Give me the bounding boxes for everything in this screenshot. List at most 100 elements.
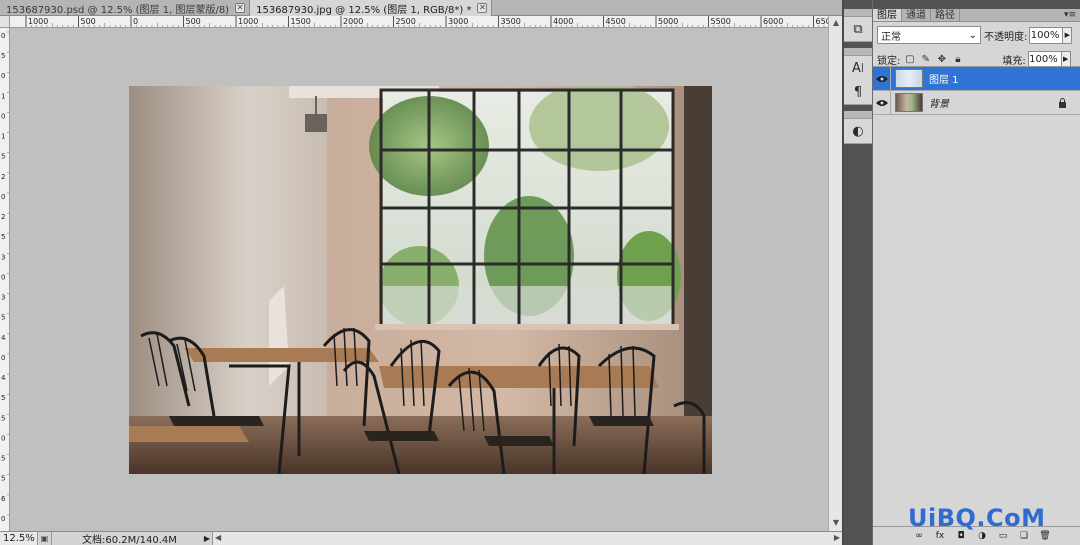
- layer-row-layer1[interactable]: 图层 1: [873, 66, 1080, 91]
- opacity-input[interactable]: 100%: [1029, 26, 1064, 44]
- opacity-slider-arrow-icon[interactable]: ▶: [1063, 26, 1073, 44]
- horizontal-ruler[interactable]: 1000 500 0 500 1000 1500 2000 2500 3000 3500 4000 4…: [10, 16, 828, 28]
- panel-grip[interactable]: [844, 48, 872, 56]
- scroll-down-icon[interactable]: ▼: [831, 518, 841, 528]
- ruler-label: 5: [1, 153, 5, 161]
- ruler-label: 3000: [448, 17, 468, 26]
- layer-thumbnail: [895, 93, 923, 112]
- cafe-photo: [129, 86, 712, 474]
- blend-mode-select[interactable]: 正常 ⌄: [877, 26, 981, 44]
- layer-row-background[interactable]: 背景: [873, 90, 1080, 115]
- document-size-info: 文档:60.2M/140.4M: [82, 535, 177, 545]
- ruler-label: 0: [1, 193, 5, 201]
- visibility-toggle[interactable]: [873, 66, 891, 91]
- type-panel-group: A | ¶: [844, 48, 872, 105]
- ruler-label: 0: [1, 515, 5, 523]
- character-icon[interactable]: A |: [844, 56, 872, 80]
- lock-icon: [1059, 98, 1066, 108]
- tab-layers[interactable]: 图层: [873, 9, 902, 21]
- fill-slider-arrow-icon[interactable]: ▶: [1061, 50, 1071, 68]
- ruler-label: 1500: [291, 17, 311, 26]
- ruler-label: 1: [1, 133, 5, 141]
- ruler-label: 4: [1, 374, 6, 382]
- ruler-label: 0: [1, 273, 5, 281]
- tab-psd-document[interactable]: 153687930.psd @ 12.5% (图层 1, 图层蒙版/8) ✕: [0, 0, 251, 16]
- ruler-label: 1: [1, 92, 5, 100]
- layers-panel: 图层 通道 路径 ▾≡ 正常 ⌄ 不透明度: 100% ▶ 锁定: ▢ ✎ ✥ …: [872, 0, 1080, 545]
- document-profile-icon[interactable]: ▣: [38, 532, 52, 545]
- ruler-label: 4: [1, 334, 6, 342]
- ruler-ticks: 0 5 0 1 0 1 5 2 0 2 5 3 0 3 5 4 0 4 5 5 0 5 5 6 0: [1, 31, 9, 523]
- ruler-label: 5: [1, 314, 5, 322]
- document-image[interactable]: [129, 86, 712, 474]
- blend-mode-value: 正常: [881, 31, 901, 43]
- ruler-label: 1000: [28, 17, 48, 26]
- zoom-level[interactable]: 12.5%: [0, 532, 38, 545]
- ruler-label: 2500: [396, 17, 416, 26]
- ruler-label: 0: [1, 72, 5, 80]
- scroll-right-icon[interactable]: ▶: [834, 533, 840, 542]
- fill-label: 填充:: [1002, 55, 1026, 67]
- layer-name[interactable]: 图层 1: [929, 71, 959, 86]
- lock-all-icon[interactable]: 🔒︎: [951, 53, 964, 66]
- lock-transparent-icon[interactable]: ▢: [903, 53, 916, 66]
- fill-input[interactable]: 100%: [1027, 50, 1062, 68]
- panel-grip[interactable]: [844, 9, 872, 17]
- ruler-ticks: 1000 500 0 500 1000 1500 2000 2500 3000 3500 4000 4…: [25, 16, 829, 27]
- scroll-left-icon[interactable]: ◀: [215, 533, 221, 542]
- layer-name[interactable]: 背景: [929, 95, 949, 110]
- mask-icon[interactable]: ◐: [844, 119, 872, 143]
- eye-icon: [875, 75, 888, 82]
- canvas-horizontal-scrollbar[interactable]: ◀ ▶: [212, 532, 842, 545]
- ruler-label: 2: [1, 213, 5, 221]
- opacity-label: 不透明度:: [984, 31, 1028, 43]
- tab-jpg-document[interactable]: 153687930.jpg @ 12.5% (图层 1, RGB/8*) * ✕: [250, 0, 493, 16]
- watermark: UiBQ.CoM: [908, 504, 1046, 532]
- ruler-label: 5: [1, 475, 5, 483]
- visibility-toggle[interactable]: [873, 90, 891, 115]
- layer-list: 图层 1 背景: [873, 66, 1080, 526]
- lock-position-move-icon[interactable]: ✥: [935, 53, 948, 66]
- ruler-label: 6500: [816, 17, 829, 26]
- tab-title: 153687930.psd @ 12.5% (图层 1, 图层蒙版/8): [6, 4, 230, 16]
- lock-label: 锁定:: [877, 55, 901, 67]
- vertical-ruler[interactable]: 0 5 0 1 0 1 5 2 0 2 5 3 0 3 5 4 0 4 5 5 0 5 5 6 0: [0, 28, 10, 531]
- ruler-label: 2: [1, 173, 5, 181]
- lock-pixels-brush-icon[interactable]: ✎: [919, 53, 932, 66]
- ruler-label: 0: [133, 17, 138, 26]
- panel-grip[interactable]: [844, 111, 872, 119]
- photoshop-window: 153687930.psd @ 12.5% (图层 1, 图层蒙版/8) ✕ 1…: [0, 0, 1080, 545]
- chevron-down-icon: ⌄: [968, 29, 977, 41]
- mask-panel-group: ◐: [844, 111, 872, 144]
- panel-menu-icon[interactable]: ▾≡: [1064, 9, 1076, 22]
- ruler-label: 5: [1, 233, 5, 241]
- ruler-label: 2000: [343, 17, 363, 26]
- scroll-up-icon[interactable]: ▲: [831, 18, 841, 28]
- close-icon[interactable]: ✕: [477, 3, 488, 13]
- ruler-label: 1000: [238, 17, 258, 26]
- ruler-label: 5000: [658, 17, 678, 26]
- ruler-label: 5: [1, 414, 5, 422]
- ruler-label: 0: [1, 434, 5, 442]
- tab-paths[interactable]: 路径: [931, 9, 960, 21]
- close-icon[interactable]: ✕: [235, 3, 246, 13]
- ruler-label: 500: [81, 17, 96, 26]
- tab-channels[interactable]: 通道: [902, 9, 931, 21]
- layer-thumbnail: [895, 69, 923, 88]
- panel-tabs: 图层 通道 路径 ▾≡: [873, 9, 1080, 22]
- canvas-workspace[interactable]: [10, 28, 828, 531]
- ruler-label: 0: [1, 354, 5, 362]
- panel-header-bar[interactable]: [873, 0, 1080, 9]
- eye-icon: [875, 99, 888, 106]
- ruler-label: 6000: [763, 17, 783, 26]
- ruler-label: 3: [1, 253, 5, 261]
- history-icon[interactable]: ⧉: [844, 17, 872, 41]
- collapsed-panels-dock: ⧉ A | ¶ ◐: [844, 0, 872, 545]
- status-menu-arrow-icon[interactable]: ▶: [202, 534, 212, 543]
- ruler-label: 4500: [606, 17, 626, 26]
- ruler-label: 3500: [501, 17, 521, 26]
- ruler-origin[interactable]: [0, 16, 10, 28]
- canvas-vertical-scrollbar[interactable]: ▲ ▼: [828, 16, 842, 531]
- paragraph-icon[interactable]: ¶: [844, 80, 872, 104]
- document-tabbar: 153687930.psd @ 12.5% (图层 1, 图层蒙版/8) ✕ 1…: [0, 0, 842, 16]
